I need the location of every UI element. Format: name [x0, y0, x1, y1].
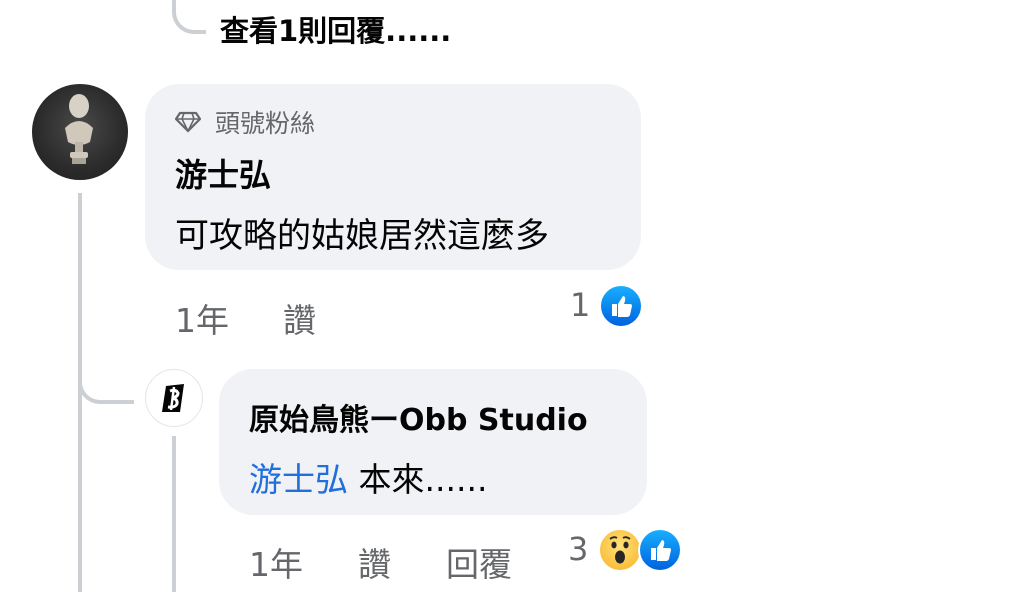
- page-avatar[interactable]: [145, 369, 203, 427]
- reply-text: 本來......: [358, 460, 488, 499]
- obb-logo-icon: [162, 384, 184, 412]
- top-fan-badge: 頭號粉絲: [175, 104, 315, 140]
- reply-time[interactable]: 1年: [249, 538, 303, 586]
- thread-connector-top: [172, 0, 206, 34]
- reply-reaction-count[interactable]: 3: [568, 530, 588, 568]
- reply-author[interactable]: 原始鳥熊ーObb Studio: [249, 395, 588, 439]
- reply-connector: [172, 436, 176, 592]
- diamond-icon: [175, 111, 201, 133]
- comment-bubble: 頭號粉絲 游士弘 可攻略的姑娘居然這麼多: [145, 84, 641, 270]
- reply-text-line: 游士弘 本來......: [249, 453, 487, 501]
- comment-time[interactable]: 1年: [175, 294, 229, 342]
- reply-button[interactable]: 回覆: [446, 538, 512, 586]
- badge-label: 頭號粉絲: [215, 109, 316, 138]
- bust-statue-image: [65, 94, 93, 164]
- reply-bubble: 原始鳥熊ーObb Studio 游士弘 本來......: [219, 369, 647, 515]
- mention-link[interactable]: 游士弘: [249, 460, 348, 499]
- reply-like-button[interactable]: 讚: [358, 538, 391, 586]
- comment-text: 可攻略的姑娘居然這麼多: [175, 216, 549, 256]
- comment-author[interactable]: 游士弘: [175, 150, 271, 196]
- comment-reaction-count[interactable]: 1: [570, 286, 590, 324]
- wow-icon: [598, 528, 642, 572]
- comment-like-button[interactable]: 讚: [283, 294, 316, 342]
- avatar[interactable]: [32, 84, 128, 180]
- like-icon: [599, 284, 643, 328]
- like-icon: [638, 528, 682, 572]
- thread-connector-reply: [78, 360, 134, 404]
- view-replies-link[interactable]: 查看1則回覆......: [220, 8, 451, 50]
